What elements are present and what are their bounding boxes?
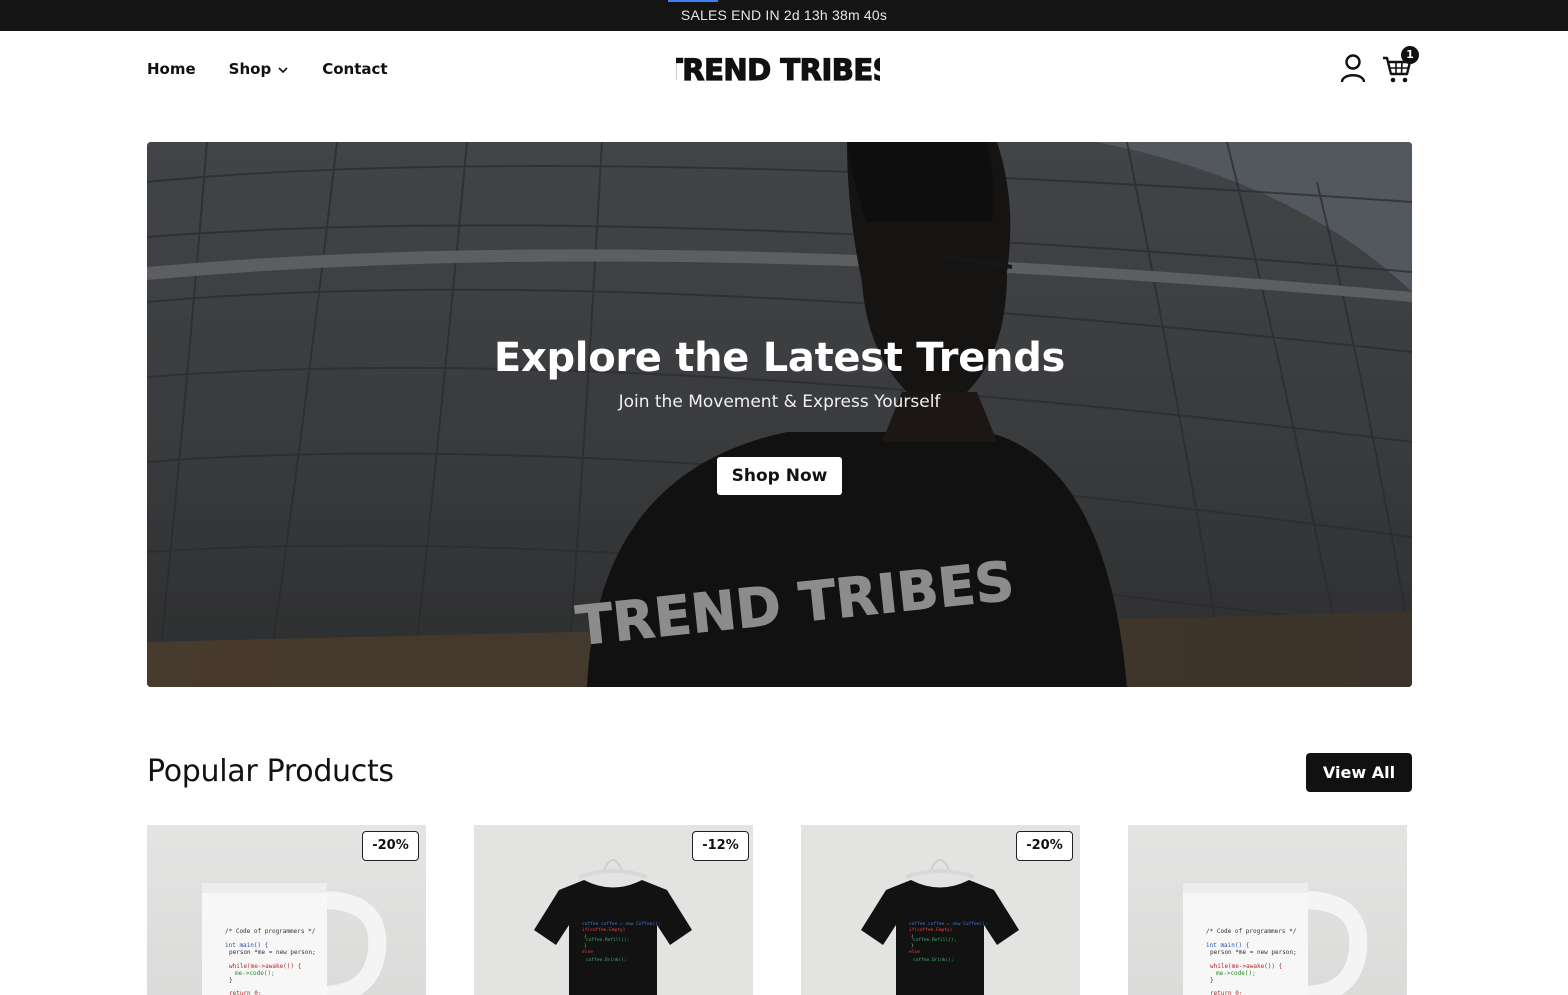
svg-text:return 0;: return 0; [1210, 990, 1243, 995]
svg-text:coffee.Drink();: coffee.Drink(); [586, 957, 627, 963]
hero-banner: TREND TRIBES Explore the Latest Trends J… [147, 142, 1412, 687]
svg-text:else: else [909, 949, 920, 955]
shop-now-button[interactable]: Shop Now [717, 457, 842, 495]
svg-text:coffee.Refill();: coffee.Refill(); [586, 937, 629, 943]
svg-text:coffee coffee = new Coffee();: coffee coffee = new Coffee(); [909, 921, 988, 927]
hero-background-image: TREND TRIBES [147, 142, 1412, 687]
svg-text:coffee.Refill();: coffee.Refill(); [913, 937, 956, 943]
svg-text:else: else [582, 949, 593, 955]
svg-text:me->code();: me->code(); [1216, 970, 1256, 977]
svg-text:coffee coffee = new Coffee();: coffee coffee = new Coffee(); [582, 921, 661, 927]
svg-text:coffee.Drink();: coffee.Drink(); [913, 957, 954, 963]
logo-text: TREND TRIBES [676, 53, 880, 87]
nav-contact-label: Contact [322, 60, 388, 78]
cart-button[interactable]: 1 [1382, 46, 1419, 85]
svg-text:person *me = new person;: person *me = new person; [229, 949, 316, 956]
main-nav: Home Shop Contact [147, 31, 388, 107]
svg-text:if(coffee.Empty): if(coffee.Empty) [909, 927, 952, 933]
svg-text:}: } [1210, 977, 1214, 984]
svg-text:while(me->awake()) {: while(me->awake()) { [1210, 963, 1282, 970]
announcement-text: SALES END IN 2d 13h 38m 40s [680, 7, 888, 23]
svg-text:/* Code of programmers */: /* Code of programmers */ [225, 928, 316, 935]
svg-text:int main() {: int main() { [225, 942, 268, 949]
nav-home[interactable]: Home [147, 60, 196, 78]
discount-badge: -20% [1016, 831, 1073, 861]
svg-text:return 0;: return 0; [229, 990, 262, 995]
svg-text:int main() {: int main() { [1206, 942, 1249, 949]
product-card[interactable]: coffee coffee = new Coffee(); if(coffee.… [801, 825, 1080, 995]
product-card[interactable]: /* Code of programmers */ int main() { p… [1128, 825, 1407, 995]
hero-title: Explore the Latest Trends [493, 335, 1066, 381]
account-button[interactable] [1338, 51, 1368, 85]
nav-home-label: Home [147, 60, 196, 78]
mug-image: /* Code of programmers */ int main() { p… [1183, 883, 1368, 995]
discount-badge: -12% [692, 831, 749, 861]
site-header: Home Shop Contact TREND TRIBES 1 [0, 31, 1568, 109]
hero-subtitle: Join the Movement & Express Yourself [618, 392, 941, 412]
section-title: Popular Products [147, 754, 394, 789]
view-all-button[interactable]: View All [1306, 753, 1412, 792]
product-card[interactable]: /* Code of programmers */ int main() { p… [147, 825, 426, 995]
cart-count-badge: 1 [1401, 46, 1419, 64]
nav-contact[interactable]: Contact [322, 60, 387, 78]
nav-shop[interactable]: Shop [229, 60, 290, 78]
svg-text:}: } [229, 977, 233, 984]
chevron-down-icon [278, 67, 288, 74]
svg-text:if(coffee.Empty): if(coffee.Empty) [582, 927, 625, 933]
discount-badge: -20% [362, 831, 419, 861]
svg-text:}: } [584, 943, 587, 949]
user-icon [1340, 54, 1366, 83]
svg-text:me->code();: me->code(); [235, 970, 275, 977]
product-card[interactable]: coffee coffee = new Coffee(); if(coffee.… [474, 825, 753, 995]
svg-text:}: } [911, 943, 914, 949]
svg-text:/* Code of programmers */: /* Code of programmers */ [1206, 928, 1297, 935]
announcement-bar: SALES END IN 2d 13h 38m 40s [0, 0, 1568, 31]
svg-text:while(me->awake()) {: while(me->awake()) { [229, 963, 301, 970]
brand-logo[interactable]: TREND TRIBES [676, 51, 880, 89]
svg-text:person *me = new person;: person *me = new person; [1210, 949, 1297, 956]
header-actions: 1 [1338, 46, 1419, 85]
nav-shop-label: Shop [228, 60, 272, 78]
product-grid: /* Code of programmers */ int main() { p… [147, 825, 1412, 995]
